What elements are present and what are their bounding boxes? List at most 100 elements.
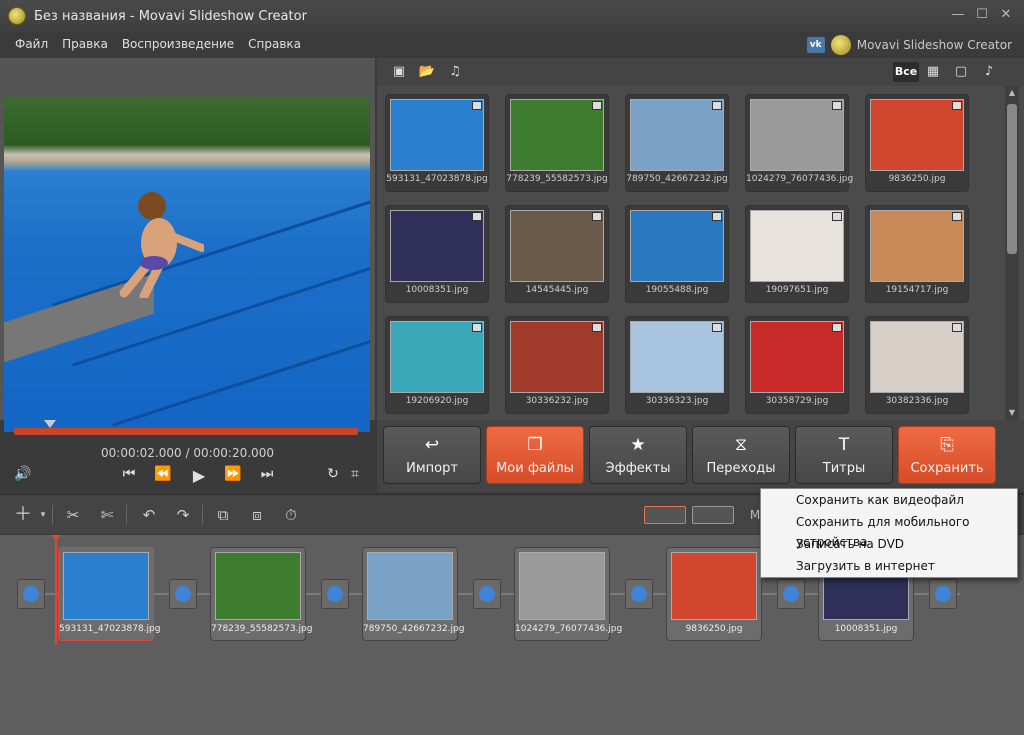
rotate-icon[interactable]: ↻ [322,466,344,482]
volume-icon[interactable]: 🔊 [12,466,34,482]
cut-icon[interactable]: ✂ [62,505,84,525]
gallery-thumbnail[interactable]: 10008351.jpg [385,205,489,303]
slide-image [367,552,453,620]
duration-icon[interactable]: ⏱ [280,505,302,525]
to-start-icon[interactable]: ⏮ [118,466,140,482]
save-as-video-item[interactable]: Сохранить как видеофайл [796,490,964,510]
burn-dvd-item[interactable]: Записать на DVD [796,534,904,554]
filter-video-icon[interactable]: ▦ [923,63,943,81]
upload-online-item[interactable]: Загрузить в интернет [796,556,935,576]
slide-image [63,552,149,620]
time-current: 00:00:02.000 [101,446,182,460]
gallery-thumbnail[interactable]: 30358729.jpg [745,316,849,414]
to-end-icon[interactable]: ⏭ [256,466,278,482]
timeline-slide[interactable]: 789750_42667232.jpg [362,547,465,641]
transition-slot[interactable] [777,579,805,609]
image-icon[interactable]: ▣ [389,63,409,81]
gallery-thumbnail[interactable]: 19206920.jpg [385,316,489,414]
transition-slot[interactable] [473,579,501,609]
thumbnail-image [870,99,964,171]
rewind-icon[interactable]: ⏪ [152,466,174,482]
minimize-icon[interactable]: — [950,7,966,23]
thumbnail-filename: 30358729.jpg [765,396,829,406]
gallery-thumbnail[interactable]: 19097651.jpg [745,205,849,303]
app-logo-icon [8,7,26,25]
preview-scrubber[interactable] [14,428,358,435]
gallery-thumbnail[interactable]: 789750_42667232.jpg [625,94,729,192]
scroll-down-icon[interactable]: ▼ [1005,406,1019,420]
gallery-thumbnail[interactable]: 14545445.jpg [505,205,609,303]
folder-icon[interactable]: 📂 [417,63,437,81]
thumbnail-image [630,321,724,393]
menu-playback[interactable]: Воспроизведение [115,37,241,51]
timeline-slide[interactable]: 1024279_76077436.jpg [514,547,622,641]
photo-type-icon [712,323,722,332]
menu-file[interactable]: Файл [8,37,55,51]
timeline-view-button[interactable] [692,506,734,524]
scroll-up-icon[interactable]: ▲ [1005,86,1019,100]
thumbnail-filename: 19206920.jpg [405,396,469,406]
thumbnail-image [750,321,844,393]
photo-type-icon [712,101,722,110]
action-label: Импорт [406,461,458,476]
add-icon[interactable]: ＋ [12,505,34,525]
filter-photo-icon[interactable]: ▢ [951,63,971,81]
close-icon[interactable]: ✕ [998,7,1014,23]
transition-slot[interactable] [625,579,653,609]
gallery-thumbnail[interactable]: 19055488.jpg [625,205,729,303]
scrubber-handle[interactable] [44,420,56,428]
split-icon[interactable]: ✄ [96,505,118,525]
save-for-mobile-item[interactable]: Сохранить для мобильного устройства [796,512,1017,549]
gallery-thumbnail[interactable]: 1024279_76077436.jpg [745,94,853,192]
gallery-thumbnail[interactable]: 19154717.jpg [865,205,969,303]
undo-icon[interactable]: ↶ [138,505,160,525]
timeline-slide[interactable]: 593131_47023878.jpg [58,547,160,641]
storyboard-view-button[interactable] [644,506,686,524]
transitions-button[interactable]: ⧖ Переходы [692,426,790,484]
gallery-thumbnail[interactable]: 9836250.jpg [865,94,969,192]
window-title: Без названия - Movavi Slideshow Creator [34,8,307,24]
playhead-handle[interactable] [51,535,61,541]
fast-forward-icon[interactable]: ⏩ [222,466,244,482]
transition-slot[interactable] [321,579,349,609]
vk-icon[interactable]: vk [806,37,825,53]
menu-help[interactable]: Справка [241,37,308,51]
gallery-thumbnail[interactable]: 778239_55582573.jpg [505,94,609,192]
photo-type-icon [832,323,842,332]
crop-icon[interactable]: ⌗ [344,466,366,482]
gallery-thumbnail[interactable]: 30336323.jpg [625,316,729,414]
titles-button[interactable]: T Титры [795,426,893,484]
filter-all-button[interactable]: Все [893,62,919,82]
transition-slot[interactable] [929,579,957,609]
redo-icon[interactable]: ↷ [172,505,194,525]
menu-edit[interactable]: Правка [55,37,115,51]
action-label: Сохранить [910,461,984,476]
maximize-icon[interactable]: ☐ [974,7,990,23]
slide-filename: 789750_42667232.jpg [363,624,465,634]
media-gallery: ▣ 📂 ♫ Все ▦ ▢ ♪ 593131_47023878.jpg 77823… [377,58,1024,420]
play-icon[interactable]: ▶ [188,466,210,485]
timeline-slide[interactable]: 778239_55582573.jpg [210,547,312,641]
import-button[interactable]: ↩ Импорт [383,426,481,484]
gallery-thumbnail[interactable]: 30336232.jpg [505,316,609,414]
scroll-thumb[interactable] [1007,104,1017,254]
photo-type-icon [472,323,482,332]
timeline-slide[interactable]: 9836250.jpg [666,547,762,641]
export-icon[interactable]: ⧈ [246,505,268,525]
photo-type-icon [472,101,482,110]
insert-icon[interactable]: ⧉ [212,505,234,525]
effects-button[interactable]: ★ Эффекты [589,426,687,484]
add-dropdown-icon[interactable]: ▾ [32,505,54,525]
transition-slot[interactable] [169,579,197,609]
transition-slot[interactable] [17,579,45,609]
music-icon[interactable]: ♫ [445,63,465,81]
save-button[interactable]: ⎘ Сохранить [898,426,996,484]
my-files-button[interactable]: ❐ Мои файлы [486,426,584,484]
gallery-thumbnail[interactable]: 593131_47023878.jpg [385,94,489,192]
filter-audio-icon[interactable]: ♪ [979,63,999,81]
thumbnail-image [510,321,604,393]
photo-type-icon [952,323,962,332]
timeline-playhead[interactable] [55,535,57,645]
gallery-thumbnail[interactable]: 30382336.jpg [865,316,969,414]
gallery-scrollbar[interactable]: ▲ ▼ [1005,86,1019,420]
